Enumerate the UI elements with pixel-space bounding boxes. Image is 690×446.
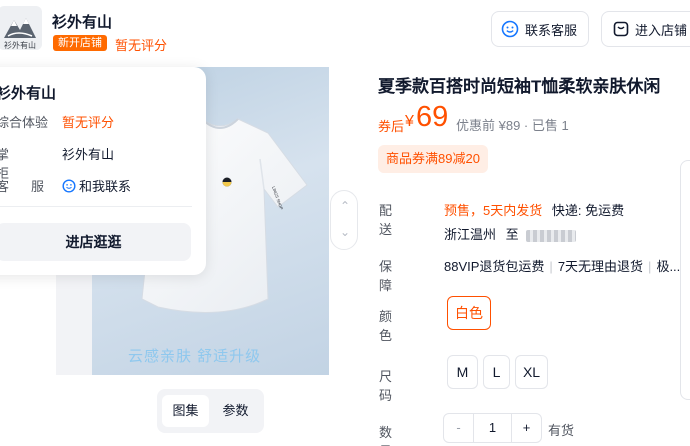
quantity-label-text: 数量 bbox=[379, 425, 417, 446]
price-label: 券后 bbox=[378, 119, 405, 134]
gallery-nav[interactable]: ⌃ ⌄ bbox=[330, 190, 358, 250]
coupon-badge[interactable]: 商品券满89减20 bbox=[378, 145, 488, 173]
shop-name[interactable]: 衫外有山 bbox=[52, 11, 112, 32]
image-slogan: 云感亲肤 舒适升级 bbox=[128, 348, 262, 365]
delivery-route[interactable]: 浙江温州 至 bbox=[444, 224, 577, 243]
shop-logo[interactable]: 衫外有山 bbox=[0, 6, 42, 50]
guarantee-item: 极... bbox=[656, 259, 681, 274]
currency-symbol: ¥ bbox=[405, 113, 414, 130]
visit-shop-button[interactable]: 进店逛逛 bbox=[0, 223, 191, 261]
tab-params[interactable]: 参数 bbox=[212, 395, 259, 427]
contact-service-button[interactable]: 联系客服 bbox=[491, 11, 589, 47]
color-label-text: 颜色 bbox=[379, 309, 417, 343]
guarantee-item: 7天无理由退货 bbox=[557, 259, 644, 274]
delivery-label: 配送 bbox=[379, 200, 433, 238]
gallery-tabs: 图集 参数 bbox=[157, 389, 264, 433]
size-option-xl[interactable]: XL bbox=[515, 355, 548, 389]
popup-label-experience: 综合体验 bbox=[0, 115, 49, 130]
quantity-plus-button[interactable]: + bbox=[511, 414, 541, 442]
popup-value-experience: 暂无评分 bbox=[62, 115, 115, 130]
delivery-info: 预售，5天内发货 快递: 免运费 bbox=[444, 200, 624, 219]
popup-contact-label: 和我联系 bbox=[79, 179, 132, 194]
size-label: 尺码 bbox=[379, 366, 433, 404]
popup-value-owner: 衫外有山 bbox=[62, 147, 115, 162]
popup-divider bbox=[0, 206, 192, 207]
size-option-l[interactable]: L bbox=[483, 355, 510, 389]
smile-chat-icon bbox=[501, 20, 519, 38]
product-page: 衫外有山 衫外有山 新开店铺 暂无评分 联系客服 进入店铺 LINGS SHOP… bbox=[0, 0, 690, 446]
guarantee-label-text: 保障 bbox=[379, 259, 417, 293]
smile-chat-icon bbox=[62, 178, 76, 193]
quantity-stepper[interactable]: - 1 + bbox=[443, 413, 542, 443]
chevron-up-icon[interactable]: ⌃ bbox=[331, 199, 359, 213]
tab-gallery[interactable]: 图集 bbox=[162, 395, 209, 427]
shipping-fee: 快递: 免运费 bbox=[551, 203, 625, 218]
shop-logo-text: 衫外有山 bbox=[0, 40, 42, 50]
enter-shop-button[interactable]: 进入店铺 bbox=[601, 11, 690, 47]
divider: | bbox=[549, 259, 553, 274]
chevron-down-icon[interactable]: ⌄ bbox=[331, 225, 359, 239]
price-value: 69 bbox=[416, 101, 449, 133]
guarantee-list[interactable]: 88VIP退货包运费 | 7天无理由退货 | 极... bbox=[444, 256, 680, 275]
quantity-minus-button[interactable]: - bbox=[444, 414, 474, 442]
route-to: 至 bbox=[505, 227, 519, 242]
original-price-sold: 优惠前 ¥89 · 已售 1 bbox=[456, 118, 569, 133]
quantity-input[interactable]: 1 bbox=[474, 414, 511, 442]
guarantee-label: 保障 bbox=[379, 256, 433, 294]
popup-label-service: 客服 bbox=[0, 176, 66, 195]
destination-redacted bbox=[526, 229, 577, 242]
divider: | bbox=[648, 259, 652, 274]
presale-text: 预售，5天内发货 bbox=[444, 203, 543, 218]
store-icon bbox=[613, 21, 629, 37]
origin-city: 浙江温州 bbox=[444, 227, 497, 242]
contact-service-label: 联系客服 bbox=[525, 22, 578, 38]
popup-shop-name: 衫外有山 bbox=[0, 85, 57, 102]
enter-shop-label: 进入店铺 bbox=[635, 22, 688, 38]
popup-contact-link[interactable]: 和我联系 bbox=[62, 176, 131, 195]
quantity-label: 数量 bbox=[379, 422, 433, 446]
side-panel-edge bbox=[680, 160, 690, 400]
shop-rating: 暂无评分 bbox=[115, 38, 168, 53]
color-option-white[interactable]: 白色 bbox=[447, 296, 491, 330]
new-shop-badge: 新开店铺 bbox=[53, 35, 107, 51]
size-label-text: 尺码 bbox=[379, 369, 417, 403]
visit-shop-label: 进店逛逛 bbox=[65, 234, 122, 250]
popup-label-service-text: 客服 bbox=[0, 179, 67, 194]
size-option-m[interactable]: M bbox=[447, 355, 478, 389]
product-title: 夏季款百搭时尚短袖T恤柔软亲肤休闲 bbox=[378, 77, 661, 96]
delivery-label-text: 配送 bbox=[379, 203, 417, 237]
color-label: 颜色 bbox=[379, 306, 433, 344]
stock-status: 有货 bbox=[548, 423, 575, 438]
guarantee-item: 88VIP退货包运费 bbox=[444, 259, 545, 274]
